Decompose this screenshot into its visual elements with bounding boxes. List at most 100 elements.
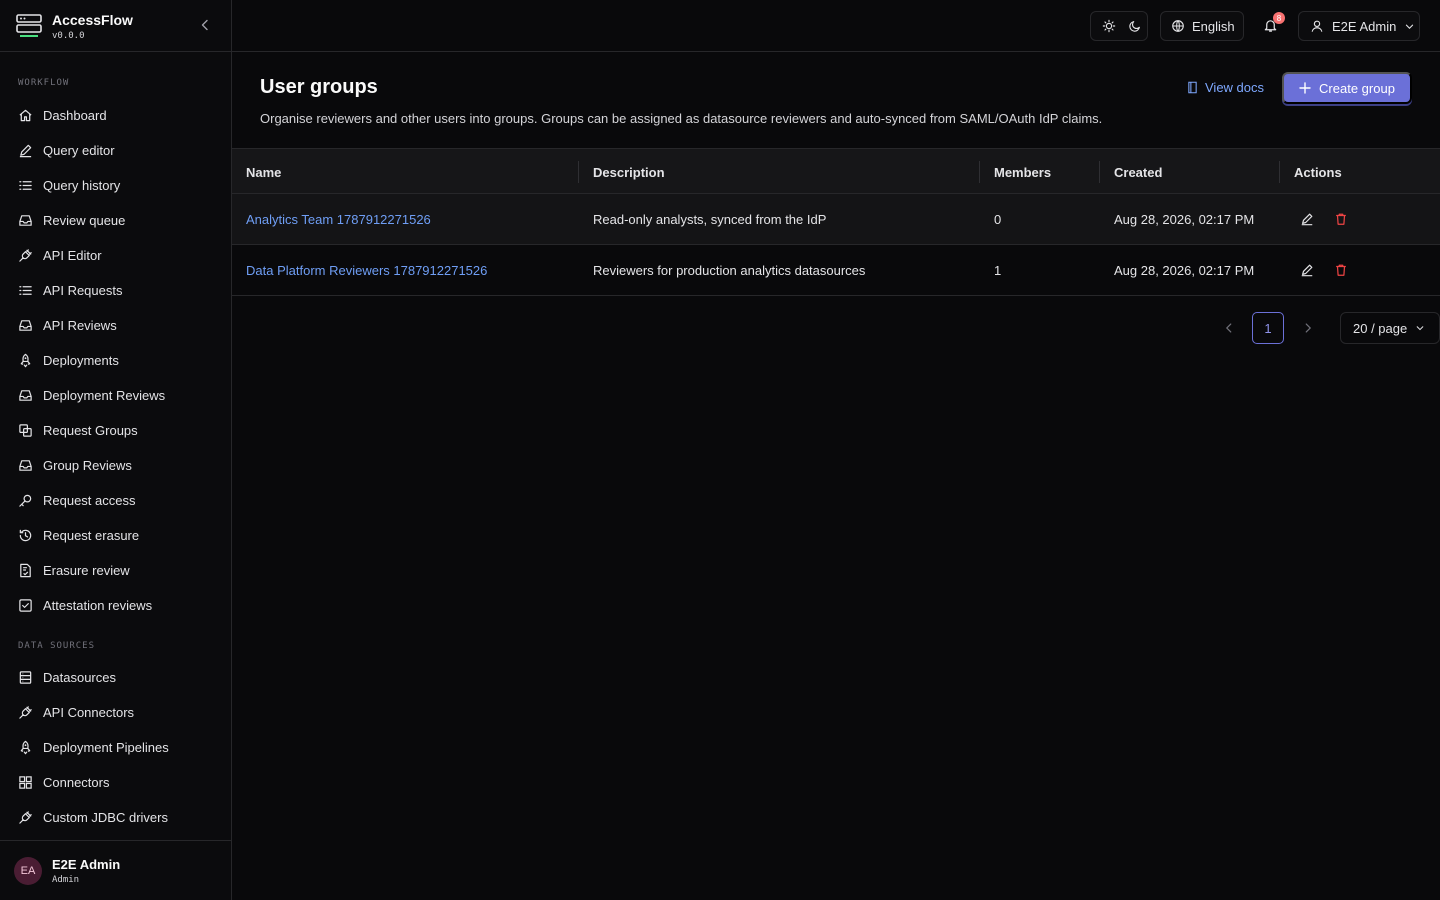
sidebar-item-attestation-reviews[interactable]: Attestation reviews: [8, 590, 224, 620]
sidebar-item-label: Request Groups: [43, 422, 138, 438]
group-members-count: 1: [994, 262, 1002, 278]
chevron-right-icon[interactable]: [1301, 321, 1315, 335]
view-docs-link[interactable]: View docs: [1186, 80, 1264, 95]
globe-icon: [1172, 20, 1184, 32]
column-divider: [578, 161, 579, 183]
rocket-icon: [18, 740, 33, 755]
list-icon: [18, 283, 33, 298]
column-divider: [979, 161, 980, 183]
checkbox-icon: [18, 598, 33, 613]
edit-icon[interactable]: [1300, 212, 1314, 226]
page-size-select[interactable]: 20 / page: [1340, 312, 1440, 344]
sidebar-item-request-groups[interactable]: Request Groups: [8, 415, 224, 445]
table-row: Data Platform Reviewers 1787912271526 Re…: [232, 245, 1440, 296]
inbox-icon: [18, 213, 33, 228]
sidebar-item-query-history[interactable]: Query history: [8, 170, 224, 200]
group-description: Read-only analysts, synced from the IdP: [593, 211, 827, 227]
column-header-actions: Actions: [1294, 164, 1342, 180]
key-icon: [18, 493, 33, 508]
collapse-sidebar-icon[interactable]: [197, 17, 213, 33]
chevron-left-icon[interactable]: [1222, 321, 1236, 335]
accessflow-logo-icon: [16, 13, 42, 37]
column-header-members: Members: [994, 164, 1052, 180]
sidebar-item-deployments[interactable]: Deployments: [8, 345, 224, 375]
sidebar-item-label: Group Reviews: [43, 457, 132, 473]
chevron-down-icon: [1406, 24, 1414, 29]
sun-icon[interactable]: [1102, 19, 1116, 33]
sidebar-item-dashboard[interactable]: Dashboard: [8, 100, 224, 130]
user-menu[interactable]: E2E Admin: [1298, 11, 1420, 41]
edit-icon[interactable]: [1300, 263, 1314, 277]
page-description: Organise reviewers and other users into …: [260, 111, 1103, 126]
sidebar-item-label: API Connectors: [43, 704, 135, 720]
book-icon: [1188, 81, 1197, 94]
sidebar-item-request-access[interactable]: Request access: [8, 485, 224, 515]
plus-icon: [1299, 82, 1311, 94]
sidebar-item-api-editor[interactable]: API Editor: [8, 240, 224, 270]
file-check-icon: [18, 563, 33, 578]
column-divider: [1099, 161, 1100, 183]
inbox-icon: [18, 318, 33, 333]
create-group-button[interactable]: Create group: [1282, 72, 1412, 104]
table-header: Name Description Members Created Actions: [232, 148, 1440, 194]
sidebar-item-label: Query editor: [43, 142, 115, 158]
sidebar-user[interactable]: EA E2E Admin Admin: [0, 840, 231, 900]
table-row: Analytics Team 1787912271526 Read-only a…: [232, 194, 1440, 245]
sidebar-item-query-editor[interactable]: Query editor: [8, 135, 224, 165]
sidebar-item-api-reviews[interactable]: API Reviews: [8, 310, 224, 340]
nav-section-workflow: WORKFLOW: [18, 78, 70, 88]
sidebar-item-label: Datasources: [43, 669, 116, 685]
sidebar-user-role: Admin: [52, 874, 80, 885]
group-created: Aug 28, 2026, 02:17 PM: [1114, 211, 1255, 227]
sidebar-item-group-reviews[interactable]: Group Reviews: [8, 450, 224, 480]
language-label: English: [1192, 18, 1235, 34]
rocket-icon: [18, 353, 33, 368]
avatar: EA: [14, 856, 42, 885]
plug-icon: [18, 248, 33, 263]
view-docs-label: View docs: [1205, 80, 1265, 95]
chevron-down-icon: [1416, 326, 1424, 331]
column-header-name: Name: [246, 164, 282, 180]
brand: AccessFlow v0.0.0: [0, 0, 231, 52]
page-size-label: 20 / page: [1353, 320, 1408, 336]
page-number-button[interactable]: 1: [1252, 312, 1284, 344]
group-description: Reviewers for production analytics datas…: [593, 262, 866, 278]
sidebar-item-label: API Reviews: [43, 317, 117, 333]
user-groups-table: Name Description Members Created Actions…: [232, 148, 1440, 296]
sidebar-item-custom-jdbc-drivers[interactable]: Custom JDBC drivers: [8, 802, 224, 832]
notification-badge: 8: [1273, 12, 1285, 24]
create-group-label: Create group: [1319, 80, 1395, 96]
sidebar-item-api-connectors[interactable]: API Connectors: [8, 697, 224, 727]
delete-icon[interactable]: [1334, 263, 1348, 277]
sidebar: AccessFlow v0.0.0 WORKFLOW Dashboard Quer…: [0, 0, 232, 900]
sidebar-item-deployment-pipelines[interactable]: Deployment Pipelines: [8, 732, 224, 762]
copy-icon: [18, 423, 33, 438]
pencil-icon: [18, 143, 33, 158]
column-header-description: Description: [593, 164, 665, 180]
sidebar-item-label: Review queue: [43, 212, 126, 228]
sidebar-item-erasure-review[interactable]: Erasure review: [8, 555, 224, 585]
sidebar-item-request-erasure[interactable]: Request erasure: [8, 520, 224, 550]
language-selector[interactable]: English: [1160, 11, 1244, 41]
sidebar-item-connectors[interactable]: Connectors: [8, 767, 224, 797]
list-icon: [18, 178, 33, 193]
sidebar-item-label: Custom JDBC drivers: [43, 809, 168, 825]
sidebar-user-name: E2E Admin: [52, 856, 121, 872]
delete-icon[interactable]: [1334, 212, 1348, 226]
sidebar-item-api-requests[interactable]: API Requests: [8, 275, 224, 305]
sidebar-item-label: Deployment Reviews: [43, 387, 166, 403]
group-name-link[interactable]: Analytics Team 1787912271526: [246, 194, 431, 244]
page-title: User groups: [260, 76, 378, 98]
inbox-icon: [18, 388, 33, 403]
sidebar-item-review-queue[interactable]: Review queue: [8, 205, 224, 235]
nav-section-data-sources: DATA SOURCES: [18, 641, 96, 651]
sidebar-item-deployment-reviews[interactable]: Deployment Reviews: [8, 380, 224, 410]
sidebar-item-label: Deployment Pipelines: [43, 739, 169, 755]
app-version: v0.0.0: [52, 30, 85, 41]
group-created: Aug 28, 2026, 02:17 PM: [1114, 262, 1255, 278]
group-name-link[interactable]: Data Platform Reviewers 1787912271526: [246, 245, 487, 295]
theme-toggle: [1090, 11, 1148, 41]
sidebar-item-datasources[interactable]: Datasources: [8, 662, 224, 692]
notifications-button[interactable]: 8: [1263, 12, 1285, 33]
moon-icon[interactable]: [1128, 19, 1142, 33]
